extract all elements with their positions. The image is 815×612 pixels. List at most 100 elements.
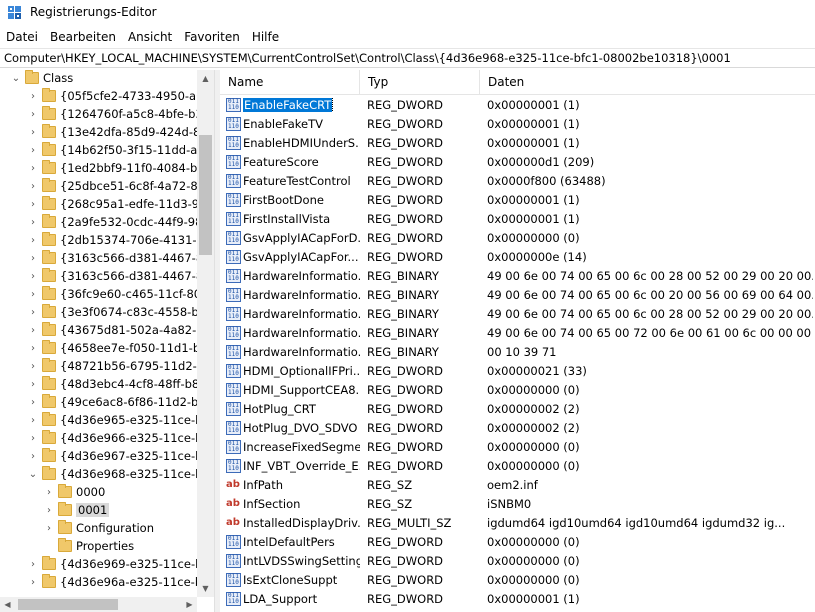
scroll-up-icon[interactable]: ▲ (197, 70, 214, 87)
value-row[interactable]: 011 110 INF_VBT_Override_E... REG_DWORD 0x00… (220, 457, 815, 476)
menu-datei[interactable]: Datei (0, 28, 44, 48)
tree-key[interactable]: › {05f5cfe2-4733-4950-a6bb (0, 88, 197, 106)
chevron-right-icon[interactable]: › (27, 414, 39, 428)
chevron-down-icon[interactable]: ⌄ (10, 72, 22, 86)
scroll-right-icon[interactable]: ▶ (182, 597, 197, 612)
menu-ansicht[interactable]: Ansicht (122, 28, 178, 48)
chevron-right-icon[interactable]: › (27, 396, 39, 410)
chevron-right-icon[interactable]: › (27, 144, 39, 158)
chevron-right-icon[interactable]: › (43, 522, 55, 536)
tree-subkey[interactable]: › 0001 (0, 502, 197, 520)
tree-key[interactable]: › {1ed2bbf9-11f0-4084-b21f (0, 160, 197, 178)
value-row[interactable]: ab InstalledDisplayDriv... REG_MULTI_SZ igd… (220, 514, 815, 533)
address-bar[interactable]: Computer\HKEY_LOCAL_MACHINE\SYSTEM\Curre… (0, 48, 815, 68)
value-row[interactable]: 011 110 FirstInstallVista REG_DWORD 0x000000… (220, 210, 815, 229)
tree-key[interactable]: › {3e3f0674-c83c-4558-bb26 (0, 304, 197, 322)
menu-favoriten[interactable]: Favoriten (178, 28, 246, 48)
value-row[interactable]: 011 110 GsvApplyIACapForD... REG_DWORD 0x000… (220, 229, 815, 248)
value-row[interactable]: 011 110 FeatureScore REG_DWORD 0x000000d1 (2… (220, 153, 815, 172)
tree-key[interactable]: › {4d36e969-e325-11ce-bfc1 (0, 556, 197, 574)
value-row[interactable]: 011 110 EnableFakeCRT REG_DWORD 0x00000001 (… (220, 96, 815, 115)
chevron-right-icon[interactable]: › (27, 576, 39, 590)
value-row[interactable]: 011 110 HDMI_OptionalIFPri... REG_DWORD 0x00… (220, 362, 815, 381)
value-row[interactable]: 011 110 HDMI_SupportCEA8... REG_DWORD 0x0000… (220, 381, 815, 400)
value-row[interactable]: 011 110 HardwareInformatio... REG_BINARY 49 … (220, 305, 815, 324)
tree-key[interactable]: › {4d36e966-e325-11ce-bfc1 (0, 430, 197, 448)
tree-key[interactable]: › {48d3ebc4-4cf8-48ff-b869 (0, 376, 197, 394)
value-row[interactable]: 011 110 HardwareInformatio... REG_BINARY 49 … (220, 286, 815, 305)
tree-subkey[interactable]: Properties (0, 538, 197, 556)
tree-key[interactable]: › {268c95a1-edfe-11d3-95c3 (0, 196, 197, 214)
tree-subkey[interactable]: › 0000 (0, 484, 197, 502)
tree-vertical-scrollbar[interactable]: ▲ ▼ (197, 70, 214, 597)
value-row[interactable]: 011 110 FirstBootDone REG_DWORD 0x00000001 (… (220, 191, 815, 210)
chevron-right-icon[interactable]: › (27, 378, 39, 392)
tree-key[interactable]: › {2a9fe532-0cdc-44f9-9827 (0, 214, 197, 232)
menu-bearbeiten[interactable]: Bearbeiten (44, 28, 122, 48)
tree-key[interactable]: › {36fc9e60-c465-11cf-8056 (0, 286, 197, 304)
tree-key[interactable]: › {4d36e965-e325-11ce-bfc1 (0, 412, 197, 430)
tree-key[interactable]: › {2db15374-706e-4131-a0c (0, 232, 197, 250)
chevron-down-icon[interactable]: ⌄ (27, 468, 39, 482)
tree-key[interactable]: › {48721b56-6795-11d2-b1a (0, 358, 197, 376)
value-row[interactable]: 011 110 EnableFakeTV REG_DWORD 0x00000001 (1… (220, 115, 815, 134)
values-list[interactable]: Name Typ Daten 011 110 EnableFakeCRT REG_DW… (220, 70, 815, 612)
chevron-right-icon[interactable]: › (27, 450, 39, 464)
chevron-right-icon[interactable]: › (43, 486, 55, 500)
tree-key[interactable]: › {13e42dfa-85d9-424d-8646 (0, 124, 197, 142)
chevron-right-icon[interactable]: › (27, 324, 39, 338)
chevron-right-icon[interactable]: › (27, 432, 39, 446)
tree-key[interactable]: › {3163c566-d381-4467-87b (0, 250, 197, 268)
tree-key[interactable]: › {4d36e96a-e325-11ce-bfc1 (0, 574, 197, 592)
value-row[interactable]: 011 110 HardwareInformatio... REG_BINARY 49 … (220, 267, 815, 286)
address-path[interactable]: Computer\HKEY_LOCAL_MACHINE\SYSTEM\Curre… (4, 51, 731, 65)
chevron-right-icon[interactable]: › (27, 108, 39, 122)
tree-key-class[interactable]: ⌄ Class (0, 70, 197, 88)
tree-key[interactable]: › {43675d81-502a-4a82-9f84 (0, 322, 197, 340)
key-tree[interactable]: ⌄ Class › {05f5cfe2-4733-4950-a6bb › {1264760… (0, 70, 215, 612)
value-row[interactable]: 011 110 IntLVDSSwingSetting REG_DWORD 0x0000… (220, 552, 815, 571)
tree-key[interactable]: › {1264760f-a5c8-4bfe-b314 (0, 106, 197, 124)
value-row[interactable]: ab InfPath REG_SZ oem2.inf (220, 476, 815, 495)
chevron-right-icon[interactable]: › (27, 126, 39, 140)
chevron-right-icon[interactable]: › (27, 252, 39, 266)
value-row[interactable]: 011 110 HardwareInformatio... REG_BINARY 49 … (220, 324, 815, 343)
value-row[interactable]: 011 110 IntelDefaultPers REG_DWORD 0x0000000… (220, 533, 815, 552)
tree-key[interactable]: › {4658ee7e-f050-11d1-b6bd (0, 340, 197, 358)
value-row[interactable]: 011 110 HotPlug_DVO_SDVO REG_DWORD 0x0000000… (220, 419, 815, 438)
tree-horizontal-scrollbar[interactable]: ◀ ▶ (0, 597, 197, 612)
value-row[interactable]: 011 110 IncreaseFixedSegme... REG_DWORD 0x00… (220, 438, 815, 457)
scrollbar-thumb[interactable] (18, 599, 118, 610)
value-row[interactable]: 011 110 FeatureTestControl REG_DWORD 0x0000f… (220, 172, 815, 191)
chevron-right-icon[interactable]: › (27, 288, 39, 302)
chevron-right-icon[interactable]: › (27, 270, 39, 284)
chevron-right-icon[interactable]: › (27, 234, 39, 248)
tree-key[interactable]: › {14b62f50-3f15-11dd-ae16 (0, 142, 197, 160)
chevron-right-icon[interactable]: › (43, 504, 55, 518)
value-row[interactable]: 011 110 HardwareInformatio... REG_BINARY 00 … (220, 343, 815, 362)
tree-key[interactable]: › {4d36e967-e325-11ce-bfc1 (0, 448, 197, 466)
value-row[interactable]: 011 110 HotPlug_CRT REG_DWORD 0x00000002 (2) (220, 400, 815, 419)
value-row[interactable]: 011 110 GsvApplyIACapFor... REG_DWORD 0x0000… (220, 248, 815, 267)
value-row[interactable]: ab InfSection REG_SZ iSNBM0 (220, 495, 815, 514)
menu-hilfe[interactable]: Hilfe (246, 28, 285, 48)
chevron-right-icon[interactable]: › (27, 180, 39, 194)
chevron-right-icon[interactable]: › (27, 162, 39, 176)
scrollbar-thumb[interactable] (199, 135, 212, 255)
tree-key[interactable]: ⌄ {4d36e968-e325-11ce-bfc1 (0, 466, 197, 484)
scroll-left-icon[interactable]: ◀ (0, 597, 15, 612)
chevron-right-icon[interactable]: › (27, 558, 39, 572)
scroll-down-icon[interactable]: ▼ (197, 580, 214, 597)
chevron-right-icon[interactable]: › (27, 216, 39, 230)
tree-key[interactable]: › {25dbce51-6c8f-4a72-8a6c (0, 178, 197, 196)
chevron-right-icon[interactable]: › (27, 90, 39, 104)
tree-key[interactable]: › {3163c566-d381-4467-87b (0, 268, 197, 286)
value-row[interactable]: 011 110 EnableHDMIUnderS... REG_DWORD 0x0000… (220, 134, 815, 153)
tree-subkey[interactable]: › Configuration (0, 520, 197, 538)
chevron-right-icon[interactable]: › (27, 342, 39, 356)
value-row[interactable]: 011 110 IsExtCloneSuppt REG_DWORD 0x00000000… (220, 571, 815, 590)
chevron-right-icon[interactable]: › (27, 306, 39, 320)
tree-key[interactable]: › {49ce6ac8-6f86-11d2-b1e5 (0, 394, 197, 412)
chevron-right-icon[interactable]: › (27, 198, 39, 212)
column-header-data[interactable]: Daten (480, 70, 815, 95)
